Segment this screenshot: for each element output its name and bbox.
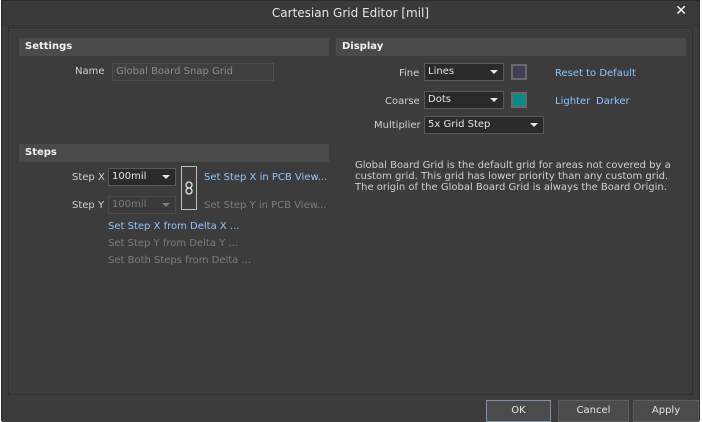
fine-label: Fine [399,68,420,79]
fine-value: Lines [428,66,455,77]
step-x-label: Step X [72,172,105,183]
multiplier-label: Multiplier [374,120,421,131]
steps-section-header: Steps [19,144,329,162]
dialog-content: Settings Name Global Board Snap Grid Ste… [8,27,693,395]
chevron-down-icon [162,175,170,179]
link-steps-button[interactable] [181,166,197,210]
link-icon [185,181,193,195]
reset-to-default-link[interactable]: Reset to Default [555,68,636,79]
name-label: Name [75,66,105,77]
set-step-x-delta-link[interactable]: Set Step X from Delta X ... [108,221,239,232]
chevron-down-icon [490,98,498,102]
set-step-y-pcb-link: Set Step Y in PCB View... [204,200,327,211]
apply-button[interactable]: Apply [633,400,699,422]
darker-link[interactable]: Darker [596,96,630,107]
chevron-down-icon [530,123,538,127]
chevron-down-icon [162,203,170,207]
ok-button[interactable]: OK [486,400,551,422]
chevron-down-icon [490,70,498,74]
coarse-color-swatch[interactable] [511,92,527,108]
fine-color-swatch[interactable] [511,64,527,80]
set-both-steps-delta-link: Set Both Steps from Delta ... [108,255,252,266]
step-y-label: Step Y [72,200,105,211]
step-x-value: 100mil [112,171,147,182]
dialog-window: Cartesian Grid Editor [mil] ✕ Settings N… [1,0,700,422]
grid-description: Global Board Grid is the default grid fo… [355,160,671,193]
multiplier-select[interactable]: 5x Grid Step [424,116,544,134]
fine-select[interactable]: Lines [424,63,504,81]
cancel-button[interactable]: Cancel [558,400,629,422]
step-x-select[interactable]: 100mil [108,168,176,186]
close-icon[interactable]: ✕ [675,3,687,19]
set-step-x-pcb-link[interactable]: Set Step X in PCB View... [204,172,327,183]
name-label-text: Name [75,66,105,77]
coarse-label: Coarse [385,96,420,107]
set-step-y-delta-link: Set Step Y from Delta Y ... [108,238,238,249]
settings-section-header: Settings [19,38,329,56]
lighter-link[interactable]: Lighter [555,96,590,107]
step-y-select: 100mil [108,196,176,214]
coarse-select[interactable]: Dots [424,91,504,109]
name-field-value: Global Board Snap Grid [116,66,233,77]
dialog-title: Cartesian Grid Editor [mil] [271,6,430,20]
display-section-header: Display [336,38,686,56]
name-field[interactable]: Global Board Snap Grid [112,63,274,81]
title-bar[interactable]: Cartesian Grid Editor [mil] ✕ [2,1,699,26]
step-y-value: 100mil [112,199,147,210]
multiplier-value: 5x Grid Step [428,119,491,130]
coarse-value: Dots [428,94,451,105]
